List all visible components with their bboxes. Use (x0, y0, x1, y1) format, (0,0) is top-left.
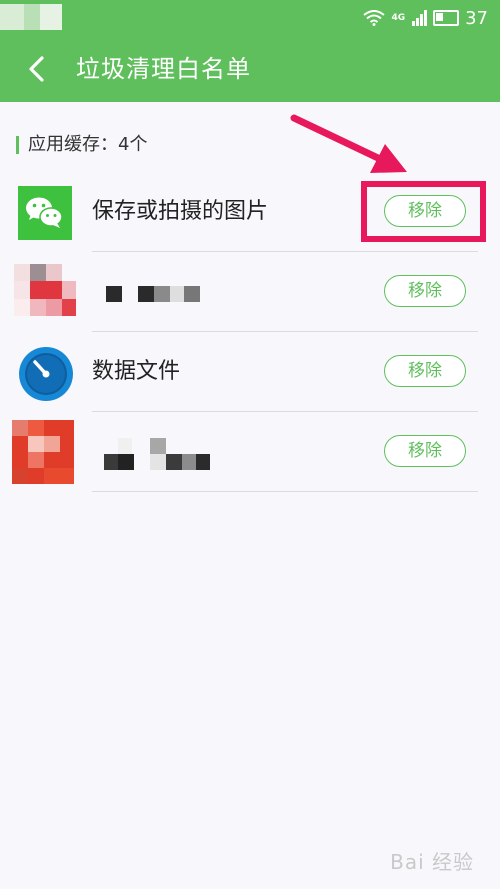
remove-button[interactable]: 移除 (384, 275, 466, 307)
remove-button[interactable]: 移除 (384, 195, 466, 227)
item-label: 保存或拍摄的图片 (92, 199, 269, 224)
item-label: 数据文件 (92, 359, 181, 384)
status-bar: 4G 37 (0, 0, 500, 36)
network-type-label: 4G (391, 12, 406, 23)
wechat-icon (18, 186, 72, 240)
status-indicators: 4G 37 (363, 6, 488, 30)
blurred-notification-icons (0, 4, 62, 30)
blurred-app-name (106, 286, 202, 302)
speedometer-icon (18, 346, 73, 401)
battery-icon (433, 10, 460, 26)
signal-icon (412, 10, 428, 26)
remove-button[interactable]: 移除 (384, 355, 466, 387)
app-bar: 垃圾清理白名单 (0, 36, 500, 102)
blurred-app-name (104, 438, 214, 470)
watermark: Bai 经验 (390, 850, 474, 874)
wifi-icon (363, 10, 386, 26)
chevron-left-icon (29, 56, 44, 82)
section-label: 应用缓存：4个 (28, 134, 148, 155)
battery-level: 37 (465, 7, 488, 29)
section-accent-bar (16, 136, 19, 154)
blurred-app-icon (14, 264, 76, 316)
list-item: 移除 (0, 412, 500, 492)
remove-button[interactable]: 移除 (384, 435, 466, 467)
divider (92, 491, 478, 492)
back-button[interactable] (18, 50, 58, 88)
page-title: 垃圾清理白名单 (76, 55, 251, 83)
blurred-app-icon (12, 420, 74, 484)
list-item: 保存或拍摄的图片 移除 (0, 172, 500, 252)
list-item: 数据文件 移除 (0, 332, 500, 412)
list-item: 移除 (0, 252, 500, 332)
